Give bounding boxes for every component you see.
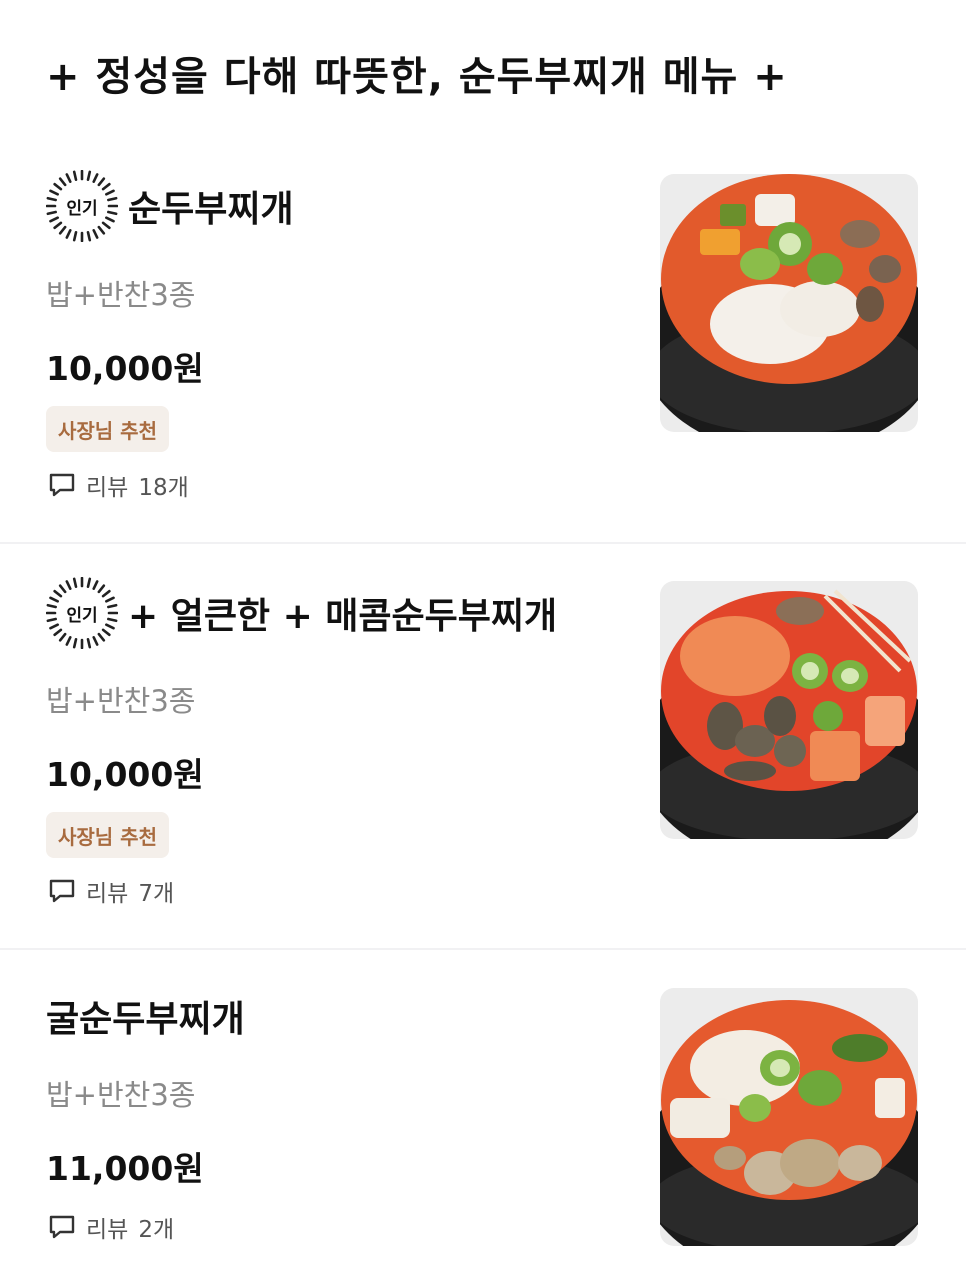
review-count: 18개	[138, 475, 189, 501]
speech-bubble-icon	[49, 473, 75, 497]
popular-badge-label: 인기	[66, 605, 98, 626]
section-title: + 정성을 다해 따뜻한, 순두부찌개 메뉴 +	[46, 54, 788, 100]
item-description: 밥+반찬3종	[46, 1078, 196, 1112]
menu-item-2[interactable]: 인기 + 얼큰한 + 매콤순두부찌개 밥+반찬3종 10,000원 사장님 추천…	[0, 544, 966, 950]
speech-bubble-icon	[49, 879, 75, 903]
item-description: 밥+반찬3종	[46, 278, 196, 312]
item-price: 10,000원	[46, 349, 204, 388]
menu-item-1[interactable]: 인기 순두부찌개 밥+반찬3종 10,000원 사장님 추천 리뷰 18개	[0, 150, 966, 544]
review-link[interactable]: 리뷰 18개	[48, 468, 189, 502]
recommend-badge: 사장님 추천	[46, 812, 169, 858]
item-name: + 얼큰한 + 매콤순두부찌개	[128, 596, 558, 637]
oyster-tofu-stew-photo[interactable]	[660, 988, 918, 1246]
speech-bubble-icon	[49, 1215, 75, 1239]
item-description: 밥+반찬3종	[46, 684, 196, 718]
review-link[interactable]: 리뷰 7개	[48, 874, 174, 908]
item-price: 11,000원	[46, 1149, 204, 1188]
popular-badge: 인기	[46, 577, 118, 649]
review-count: 7개	[138, 881, 175, 907]
popular-badge-label: 인기	[66, 198, 98, 219]
review-label: 리뷰	[86, 1217, 129, 1243]
review-link[interactable]: 리뷰 2개	[48, 1210, 174, 1244]
item-price: 10,000원	[46, 755, 204, 794]
recommend-badge: 사장님 추천	[46, 406, 169, 452]
item-name: 굴순두부찌개	[46, 999, 245, 1040]
spicy-tofu-stew-photo[interactable]	[660, 581, 918, 839]
menu-item-3[interactable]: 굴순두부찌개 밥+반찬3종 11,000원 리뷰 2개	[0, 950, 966, 1281]
review-label: 리뷰	[86, 881, 129, 907]
review-count: 2개	[138, 1217, 175, 1243]
review-label: 리뷰	[86, 475, 129, 501]
item-name: 순두부찌개	[128, 189, 294, 230]
popular-badge: 인기	[46, 170, 118, 242]
soft-tofu-stew-photo[interactable]	[660, 174, 918, 432]
